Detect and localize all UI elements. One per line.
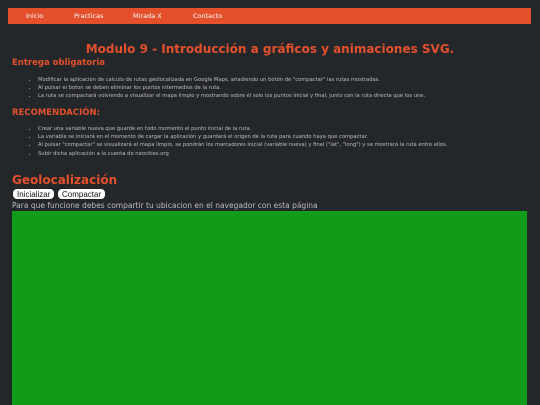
- list-item: La ruta se compactará volviendo a visual…: [38, 92, 425, 100]
- list-obligatoria: Modificar la aplicación de calculo de ru…: [28, 76, 425, 101]
- list-item: La variable se iniciará en el momento de…: [38, 133, 447, 141]
- list-item: Modificar la aplicación de calculo de ru…: [38, 76, 425, 84]
- section-heading-obligatoria: Entrega obligatoria: [12, 58, 105, 68]
- list-recomendacion: Crear una variable nueva que guarde en t…: [28, 125, 447, 158]
- location-hint: Para que funcione debes compartir tu ubi…: [12, 201, 318, 210]
- nav-item-inicio[interactable]: Inicio: [26, 8, 43, 24]
- nav-item-practicas[interactable]: Practicas: [74, 8, 103, 24]
- page-title: Modulo 9 - Introducción a gráficos y ani…: [85, 42, 455, 56]
- list-item: Al pulsar "compactar" se visualizará el …: [38, 141, 447, 149]
- list-item: Al pulsar el boton se deben eliminar los…: [38, 84, 425, 92]
- list-item: Crear una variable nueva que guarde en t…: [38, 125, 447, 133]
- list-item: Subir dicha aplicación a la cuenta de ne…: [38, 150, 447, 158]
- nav-item-contacto[interactable]: Contacto: [193, 8, 222, 24]
- map-canvas[interactable]: [12, 211, 527, 405]
- initialize-button[interactable]: Inicializar: [12, 188, 56, 200]
- top-navbar: Inicio Practicas Mirada X Contacto: [8, 8, 531, 24]
- nav-item-mirada-x[interactable]: Mirada X: [133, 8, 162, 24]
- compact-button[interactable]: Compactar: [57, 188, 107, 200]
- section-heading-recomendacion: RECOMENDACIÓN:: [12, 108, 100, 118]
- geolocation-heading: Geolocalización: [12, 173, 118, 187]
